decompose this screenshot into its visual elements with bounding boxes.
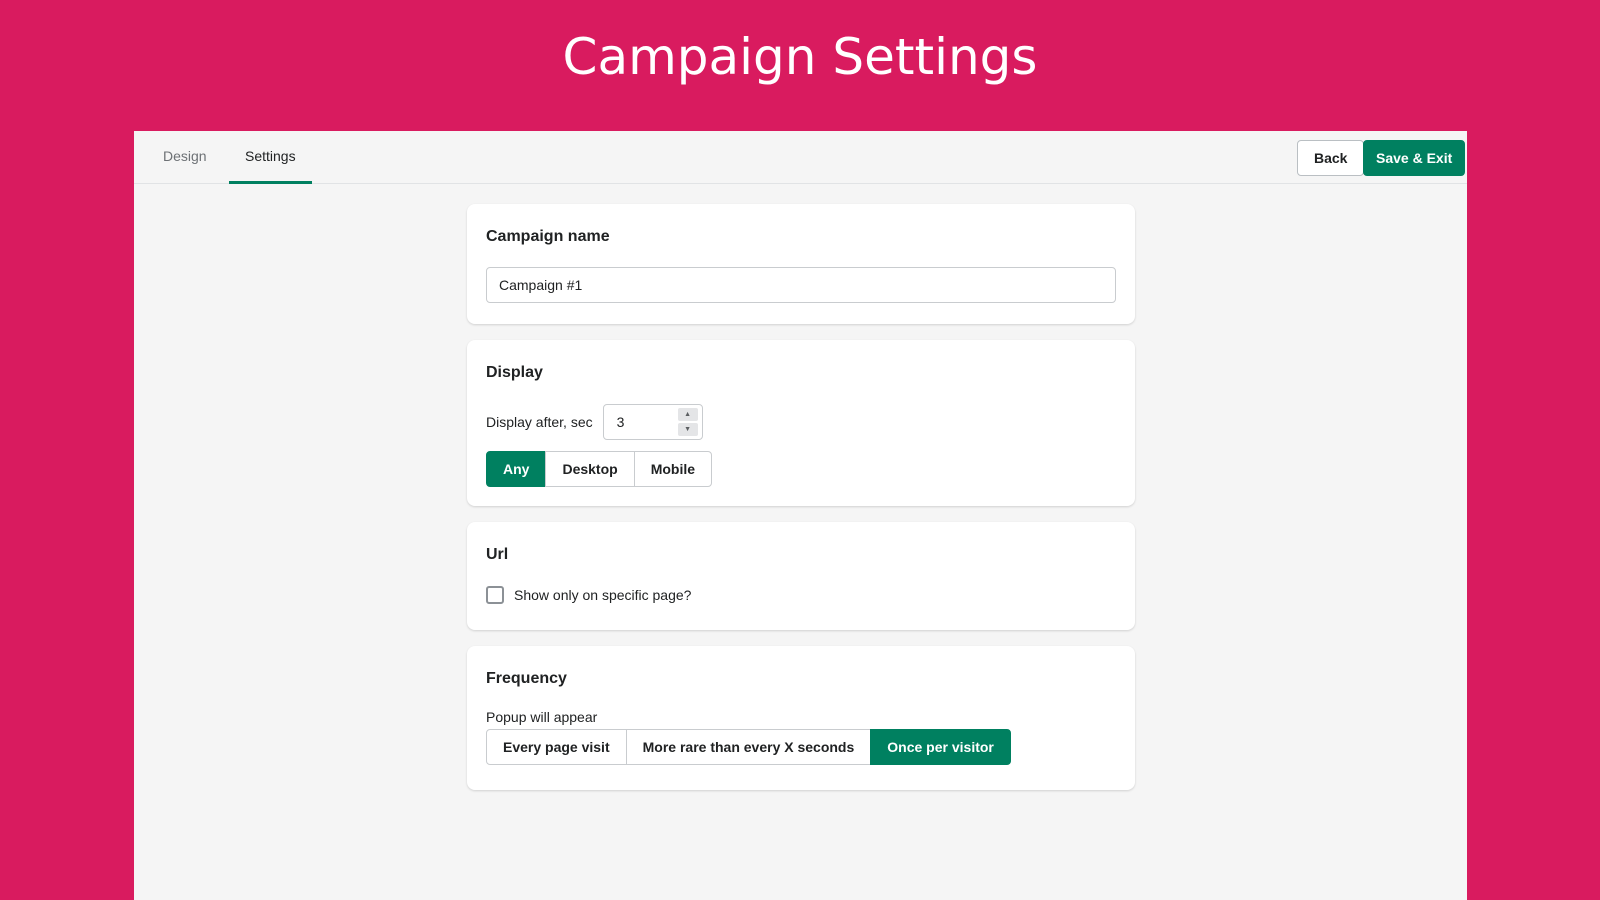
display-delay-value: 3 xyxy=(616,414,625,430)
frequency-selector: Every page visit More rare than every X … xyxy=(486,729,1116,765)
url-card: Url Show only on specific page? xyxy=(467,522,1135,630)
frequency-card: Frequency Popup will appear Every page v… xyxy=(467,646,1135,790)
increment-icon[interactable]: ▲ xyxy=(677,408,698,421)
specific-page-label[interactable]: Show only on specific page? xyxy=(514,587,691,603)
display-card: Display Display after, sec 3 ▲ ▼ Any Des… xyxy=(467,340,1135,506)
decrement-icon[interactable]: ▼ xyxy=(677,423,698,436)
display-heading: Display xyxy=(486,364,543,381)
display-delay-label: Display after, sec xyxy=(486,414,593,430)
url-heading: Url xyxy=(486,546,509,563)
settings-panel: Design Settings Back Save & Exit Campaig… xyxy=(134,131,1467,900)
campaign-name-card: Campaign name Campaign #1 xyxy=(467,204,1135,324)
frequency-rare-button[interactable]: More rare than every X seconds xyxy=(625,729,872,765)
campaign-name-input[interactable]: Campaign #1 xyxy=(486,267,1116,303)
save-exit-button[interactable]: Save & Exit xyxy=(1363,140,1466,176)
frequency-label: Popup will appear xyxy=(486,709,598,725)
frequency-once-button[interactable]: Once per visitor xyxy=(870,729,1011,765)
device-any-button[interactable]: Any xyxy=(486,451,547,487)
tab-design[interactable]: Design xyxy=(147,131,223,184)
campaign-name-heading: Campaign name xyxy=(486,228,610,245)
specific-page-checkbox[interactable] xyxy=(486,586,504,604)
frequency-heading: Frequency xyxy=(486,670,567,687)
display-delay-input[interactable]: 3 ▲ ▼ xyxy=(602,404,703,440)
device-desktop-button[interactable]: Desktop xyxy=(545,451,635,487)
device-selector: Any Desktop Mobile xyxy=(486,451,1116,487)
page-title: Campaign Settings xyxy=(562,28,1038,86)
frequency-every-visit-button[interactable]: Every page visit xyxy=(486,729,627,765)
device-mobile-button[interactable]: Mobile xyxy=(633,451,713,487)
back-button[interactable]: Back xyxy=(1297,140,1365,176)
tab-settings[interactable]: Settings xyxy=(229,131,312,184)
top-bar: Design Settings Back Save & Exit xyxy=(134,131,1467,184)
